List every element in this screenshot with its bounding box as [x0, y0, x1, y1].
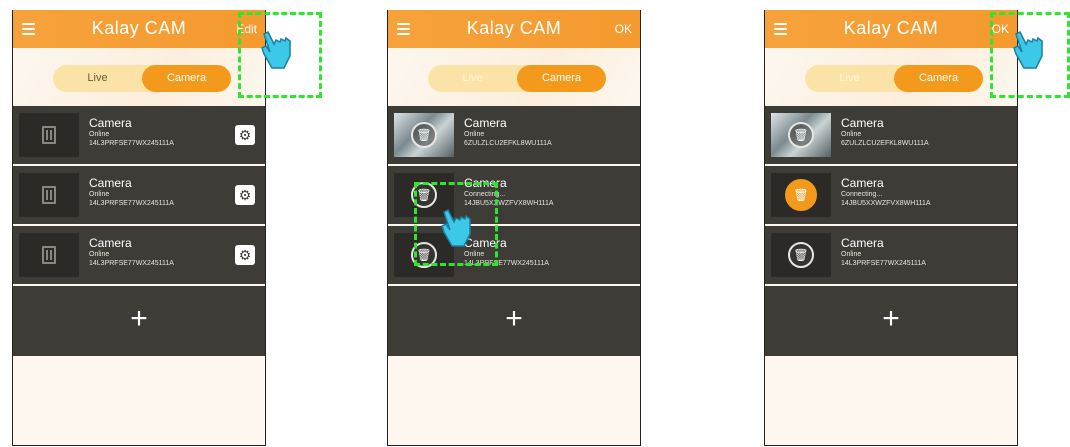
film-icon — [42, 186, 56, 204]
camera-uid: 6ZULZLCU2EFKL8WU111A — [841, 140, 929, 147]
tab-live[interactable]: Live — [805, 65, 894, 92]
camera-uid: 6ZULZLCU2EFKL8WU111A — [464, 140, 552, 147]
camera-row[interactable]: 🗑 Camera Connecting... 14JBU5XXWZFVX8WH1… — [765, 166, 1017, 226]
gear-icon[interactable]: ⚙ — [235, 245, 255, 265]
ok-button[interactable]: OK — [615, 22, 632, 36]
film-icon — [42, 126, 56, 144]
top-bar: Kalay CAM OK — [765, 10, 1017, 48]
tab-live[interactable]: Live — [428, 65, 517, 92]
view-toggle-area: Live Camera — [388, 48, 640, 106]
camera-list: 🗑 Camera Online 6ZULZLCU2EFKL8WU111A 🗑 C… — [765, 106, 1017, 356]
tap-hand-icon — [1013, 30, 1043, 69]
tap-hand-icon — [261, 30, 291, 69]
add-camera-button[interactable]: + — [388, 286, 640, 356]
film-icon — [42, 246, 56, 264]
gear-icon[interactable]: ⚙ — [235, 185, 255, 205]
camera-status: Online — [841, 251, 862, 258]
gear-icon[interactable]: ⚙ — [235, 125, 255, 145]
plus-icon: + — [882, 302, 900, 335]
camera-list: Camera Online 14L3PRFSE77WX245111A ⚙ Cam… — [13, 106, 265, 356]
camera-status: Online — [464, 131, 485, 138]
add-camera-button[interactable]: + — [13, 286, 265, 356]
camera-row[interactable]: 🗑 Camera Online 6ZULZLCU2EFKL8WU111A — [388, 106, 640, 166]
camera-status: Online — [89, 251, 110, 258]
trash-icon[interactable]: 🗑 — [788, 122, 814, 148]
tab-live[interactable]: Live — [53, 65, 142, 92]
camera-thumbnail: 🗑 — [771, 113, 831, 157]
trash-icon[interactable]: 🗑 — [411, 122, 437, 148]
view-toggle: Live Camera — [805, 65, 983, 92]
tab-camera[interactable]: Camera — [142, 65, 231, 92]
app-title: Kalay CAM — [91, 18, 187, 38]
camera-uid: 14L3PRFSE77WX245111A — [89, 140, 174, 147]
camera-row[interactable]: Camera Online 14L3PRFSE77WX245111A ⚙ — [13, 106, 265, 166]
view-toggle-area: Live Camera — [13, 48, 265, 106]
camera-name: Camera — [841, 176, 884, 190]
add-camera-button[interactable]: + — [765, 286, 1017, 356]
camera-status: Connecting... — [841, 191, 883, 198]
camera-uid: 14L3PRFSE77WX245111A — [89, 260, 174, 267]
app-title: Kalay CAM — [843, 18, 939, 38]
view-toggle: Live Camera — [53, 65, 231, 92]
tap-hand-icon — [441, 208, 471, 247]
camera-status: Online — [89, 191, 110, 198]
camera-row[interactable]: 🗑 Camera Online 14L3PRFSE77WX245111A — [765, 226, 1017, 286]
camera-row[interactable]: Camera Online 14L3PRFSE77WX245111A ⚙ — [13, 226, 265, 286]
phone-screen-delete-selected: Kalay CAM OK Live Camera 🗑 Camera Online… — [764, 10, 1018, 446]
camera-name: Camera — [89, 176, 132, 190]
camera-name: Camera — [89, 236, 132, 250]
camera-thumbnail — [19, 113, 79, 157]
camera-thumbnail: 🗑 — [771, 173, 831, 217]
camera-thumbnail: 🗑 — [394, 113, 454, 157]
camera-name: Camera — [89, 116, 132, 130]
camera-thumbnail — [19, 233, 79, 277]
trash-icon[interactable]: 🗑 — [788, 242, 814, 268]
camera-row[interactable]: 🗑 Camera Online 6ZULZLCU2EFKL8WU111A — [765, 106, 1017, 166]
camera-name: Camera — [841, 236, 884, 250]
camera-uid: 14JBU5XXWZFVX8WH111A — [841, 200, 931, 207]
camera-thumbnail — [19, 173, 79, 217]
camera-row[interactable]: Camera Online 14L3PRFSE77WX245111A ⚙ — [13, 166, 265, 226]
camera-uid: 14L3PRFSE77WX245111A — [841, 260, 926, 267]
camera-name: Camera — [464, 116, 507, 130]
plus-icon: + — [130, 302, 148, 335]
plus-icon: + — [505, 302, 523, 335]
camera-status: Online — [841, 131, 862, 138]
view-toggle: Live Camera — [428, 65, 606, 92]
trash-selected-icon[interactable]: 🗑 — [785, 179, 817, 211]
camera-status: Online — [89, 131, 110, 138]
tab-camera[interactable]: Camera — [517, 65, 606, 92]
app-title: Kalay CAM — [466, 18, 562, 38]
top-bar: Kalay CAM Edit — [13, 10, 265, 48]
top-bar: Kalay CAM OK — [388, 10, 640, 48]
phone-screen-edit-mode-off: Kalay CAM Edit Live Camera Camera Online… — [12, 10, 266, 446]
camera-uid: 14L3PRFSE77WX245111A — [89, 200, 174, 207]
camera-thumbnail: 🗑 — [771, 233, 831, 277]
tab-camera[interactable]: Camera — [894, 65, 983, 92]
view-toggle-area: Live Camera — [765, 48, 1017, 106]
camera-name: Camera — [841, 116, 884, 130]
